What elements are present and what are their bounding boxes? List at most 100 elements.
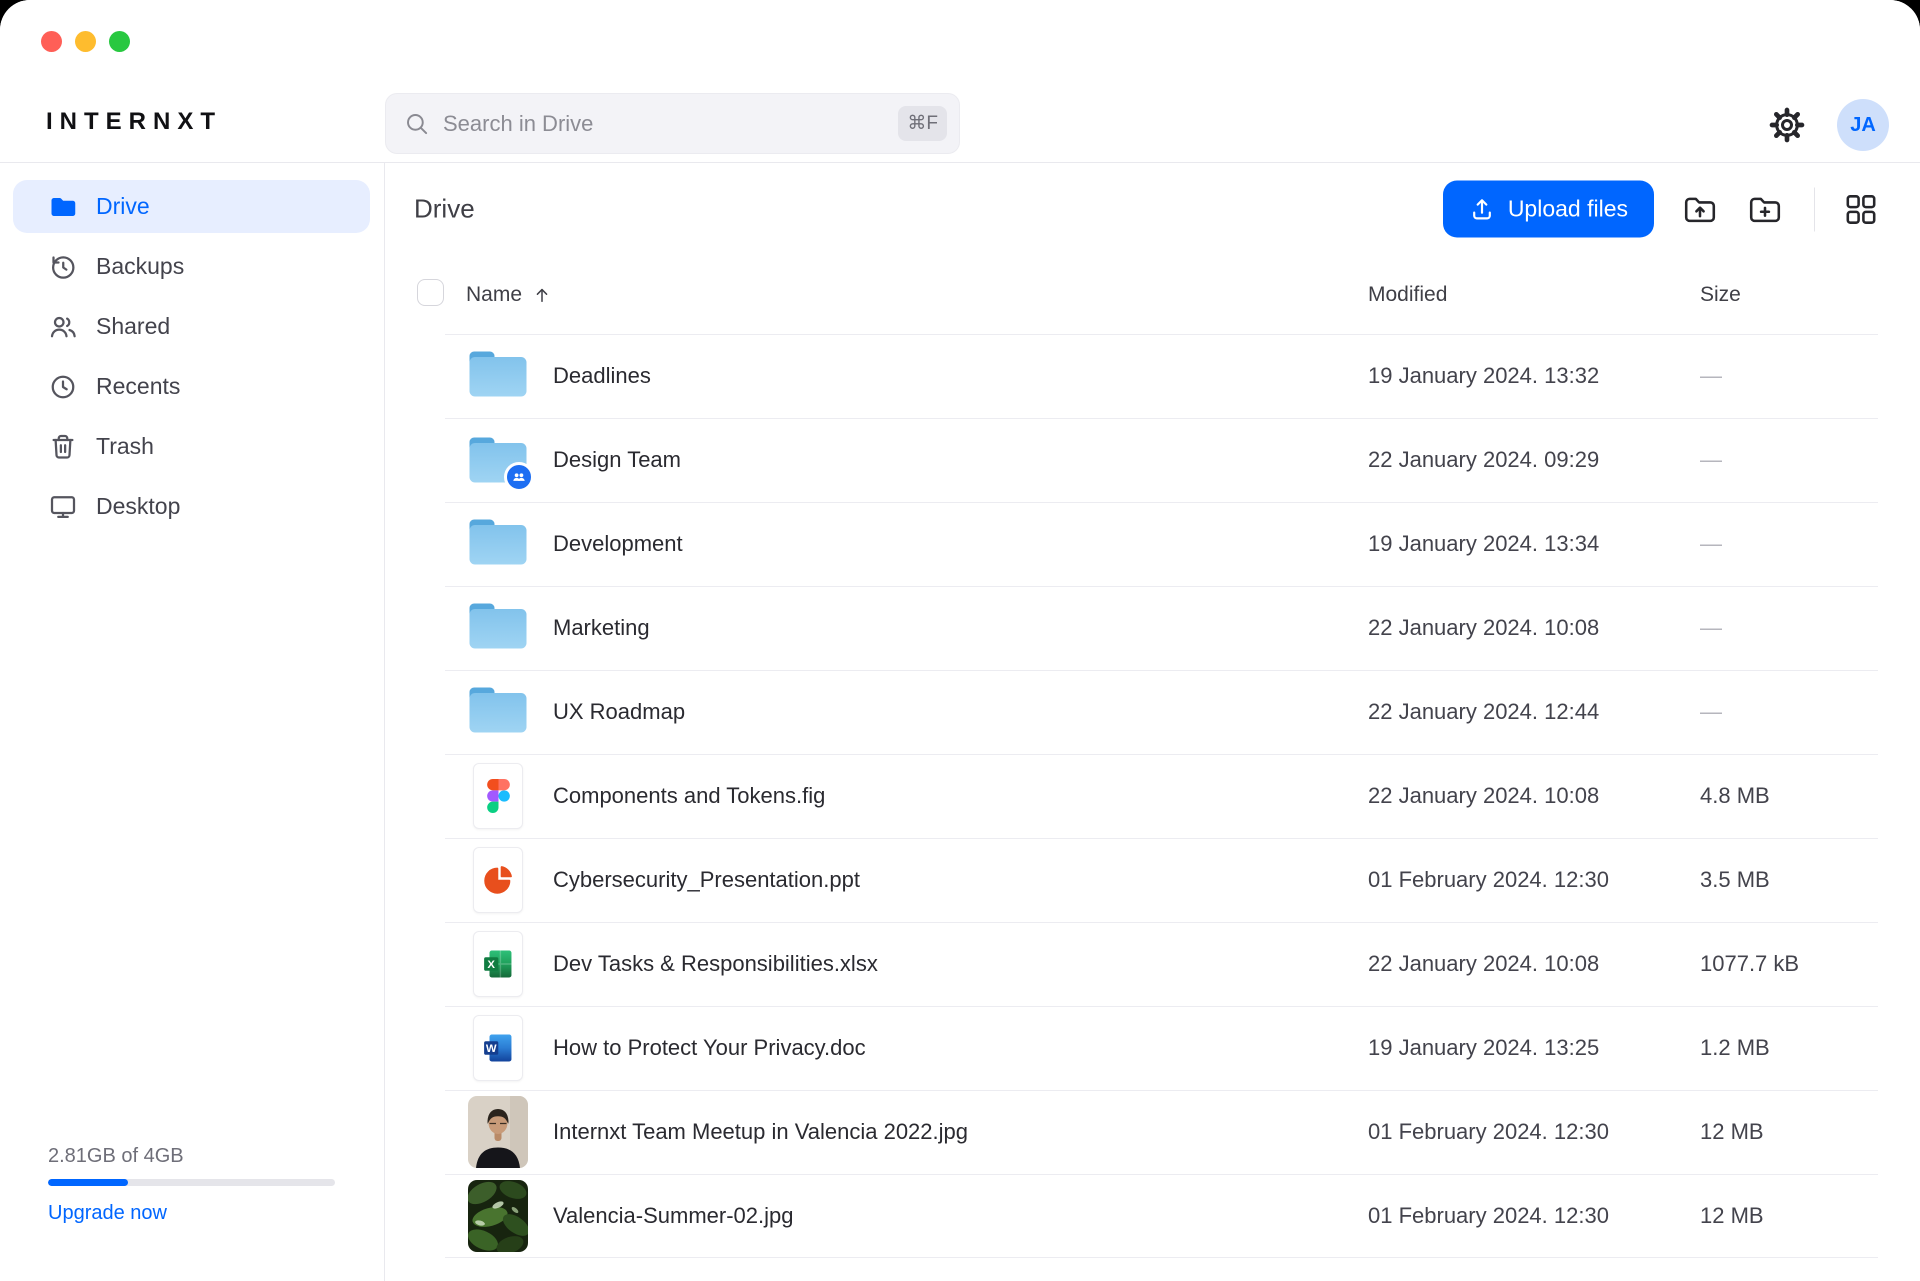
- column-header-modified[interactable]: Modified: [1368, 283, 1447, 307]
- storage-progress-fill: [48, 1179, 128, 1186]
- file-list: Deadlines 19 January 2024. 13:32 — Desig…: [385, 334, 1920, 1258]
- page-title: Drive: [414, 194, 475, 225]
- clock-icon: [48, 372, 78, 402]
- file-size: —: [1700, 502, 1722, 586]
- sidebar-item-drive[interactable]: Drive: [13, 180, 370, 233]
- file-name: Dev Tasks & Responsibilities.xlsx: [553, 922, 878, 1006]
- file-name: How to Protect Your Privacy.doc: [553, 1006, 866, 1090]
- avatar[interactable]: JA: [1837, 99, 1889, 151]
- search-input[interactable]: Search in Drive ⌘F: [385, 93, 960, 154]
- grid-view-button[interactable]: [1842, 190, 1880, 228]
- select-all-checkbox[interactable]: [417, 279, 444, 306]
- sidebar-item-label: Desktop: [96, 493, 180, 520]
- table-row[interactable]: Marketing 22 January 2024. 10:08 —: [385, 586, 1920, 670]
- folder-icon: [468, 686, 528, 739]
- zoom-window-button[interactable]: [109, 31, 130, 52]
- file-size: —: [1700, 418, 1722, 502]
- table-row[interactable]: UX Roadmap 22 January 2024. 12:44 —: [385, 670, 1920, 754]
- file-size: —: [1700, 586, 1722, 670]
- file-size: 12 MB: [1700, 1174, 1764, 1258]
- storage-widget: 2.81GB of 4GB Upgrade now: [48, 1145, 335, 1225]
- column-header-size[interactable]: Size: [1700, 283, 1741, 307]
- file-modified: 19 January 2024. 13:25: [1368, 1006, 1599, 1090]
- figma-file-icon: [473, 763, 523, 829]
- table-row[interactable]: Valencia-Summer-02.jpg 01 February 2024.…: [385, 1174, 1920, 1258]
- table-row[interactable]: Design Team 22 January 2024. 09:29 —: [385, 418, 1920, 502]
- gear-icon: [1767, 105, 1807, 145]
- file-name: Deadlines: [553, 334, 651, 418]
- minimize-window-button[interactable]: [75, 31, 96, 52]
- table-row[interactable]: Internxt Team Meetup in Valencia 2022.jp…: [385, 1090, 1920, 1174]
- svg-text:W: W: [486, 1043, 497, 1055]
- file-size: —: [1700, 334, 1722, 418]
- settings-button[interactable]: [1765, 103, 1809, 147]
- file-size: —: [1700, 670, 1722, 754]
- file-name: Development: [553, 502, 683, 586]
- file-name: Internxt Team Meetup in Valencia 2022.jp…: [553, 1090, 968, 1174]
- sidebar-item-label: Backups: [96, 253, 184, 280]
- file-modified: 22 January 2024. 10:08: [1368, 586, 1599, 670]
- sidebar-item-desktop[interactable]: Desktop: [13, 480, 370, 533]
- table-row[interactable]: Development 19 January 2024. 13:34 —: [385, 502, 1920, 586]
- file-name: Marketing: [553, 586, 650, 670]
- folder-icon: [468, 350, 528, 403]
- file-icon: [468, 586, 528, 670]
- folder-upload-icon: [1682, 191, 1718, 227]
- file-modified: 01 February 2024. 12:30: [1368, 838, 1609, 922]
- table-row[interactable]: W How to Protect Your Privacy.doc 19 Jan…: [385, 1006, 1920, 1090]
- file-icon: [468, 670, 528, 754]
- upload-icon: [1469, 196, 1495, 222]
- file-modified: 22 January 2024. 09:29: [1368, 418, 1599, 502]
- file-size: 1077.7 kB: [1700, 922, 1799, 1006]
- search-icon: [404, 111, 430, 137]
- sidebar-item-label: Drive: [96, 193, 150, 220]
- app-window: INTERNXT Search in Drive ⌘F: [0, 0, 1920, 1281]
- table-row[interactable]: Cybersecurity_Presentation.ppt 01 Februa…: [385, 838, 1920, 922]
- file-name: Design Team: [553, 418, 681, 502]
- table-row[interactable]: Components and Tokens.fig 22 January 202…: [385, 754, 1920, 838]
- table-row[interactable]: Deadlines 19 January 2024. 13:32 —: [385, 334, 1920, 418]
- table-header: Name Modified Size: [385, 255, 1920, 334]
- sidebar-item-label: Trash: [96, 433, 154, 460]
- shared-folder-icon: [468, 436, 528, 484]
- file-modified: 22 January 2024. 10:08: [1368, 922, 1599, 1006]
- main-content: Drive Upload files: [385, 163, 1920, 1281]
- file-icon: [468, 754, 528, 838]
- trash-icon: [48, 432, 78, 462]
- new-folder-button[interactable]: [1746, 190, 1784, 228]
- sidebar-item-label: Shared: [96, 313, 170, 340]
- search-placeholder: Search in Drive: [443, 111, 898, 137]
- search-shortcut-badge: ⌘F: [898, 106, 947, 141]
- file-icon: W: [468, 1006, 528, 1090]
- upload-folder-button[interactable]: [1681, 190, 1719, 228]
- column-header-name[interactable]: Name: [466, 283, 552, 307]
- sidebar: Drive Backups Shared Recents Trash Desktop 2.…: [0, 163, 385, 1281]
- photo-thumbnail-person: [468, 1096, 528, 1168]
- monitor-icon: [48, 492, 78, 522]
- file-modified: 22 January 2024. 12:44: [1368, 670, 1599, 754]
- file-icon: X: [468, 922, 528, 1006]
- sort-ascending-icon: [532, 285, 552, 305]
- sidebar-item-trash[interactable]: Trash: [13, 420, 370, 473]
- sidebar-item-backups[interactable]: Backups: [13, 240, 370, 293]
- folder-blue-icon: [48, 192, 78, 222]
- storage-usage-text: 2.81GB of 4GB: [48, 1145, 335, 1168]
- shared-badge-icon: [504, 462, 534, 492]
- file-icon: [468, 1174, 528, 1258]
- file-size: 12 MB: [1700, 1090, 1764, 1174]
- table-row[interactable]: X Dev Tasks & Responsibilities.xlsx 22 J…: [385, 922, 1920, 1006]
- sidebar-item-shared[interactable]: Shared: [13, 300, 370, 353]
- upload-files-button[interactable]: Upload files: [1443, 181, 1654, 238]
- upgrade-now-link[interactable]: Upgrade now: [48, 1202, 167, 1225]
- sidebar-item-recents[interactable]: Recents: [13, 360, 370, 413]
- file-modified: 19 January 2024. 13:32: [1368, 334, 1599, 418]
- excel-file-icon: X: [473, 931, 523, 997]
- file-modified: 01 February 2024. 12:30: [1368, 1174, 1609, 1258]
- close-window-button[interactable]: [41, 31, 62, 52]
- file-icon: [468, 334, 528, 418]
- file-modified: 01 February 2024. 12:30: [1368, 1090, 1609, 1174]
- file-icon: [468, 418, 528, 502]
- word-file-icon: W: [473, 1015, 523, 1081]
- sidebar-item-label: Recents: [96, 373, 180, 400]
- file-size: 4.8 MB: [1700, 754, 1770, 838]
